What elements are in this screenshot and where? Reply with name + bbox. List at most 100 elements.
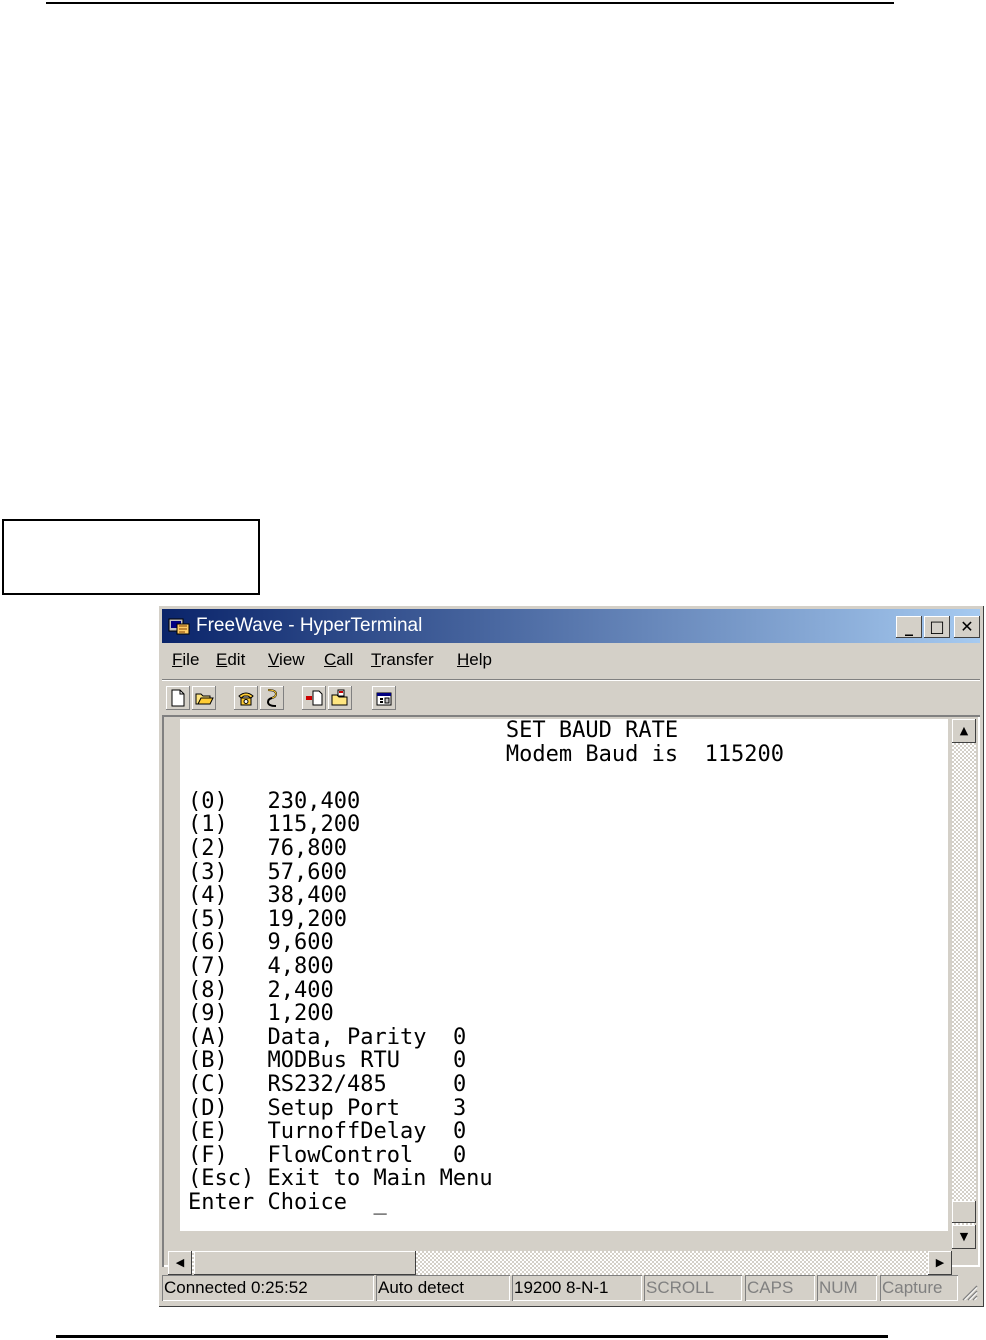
new-document-icon[interactable] [166, 686, 190, 710]
option-key: (4) [188, 883, 228, 909]
terminal-option-line: (7) 4,800 [188, 954, 334, 979]
terminal-option-line: (4) 38,400 [188, 883, 347, 908]
option-key: (D) [188, 1095, 228, 1121]
option-label: 57,600 [267, 859, 347, 885]
option-value: 0 [452, 1119, 467, 1145]
resize-grip-icon[interactable] [960, 1283, 978, 1301]
option-label: MODBus RTU [267, 1048, 400, 1074]
option-label: Exit to Main Menu [267, 1166, 493, 1192]
option-value: 0 [452, 1048, 467, 1074]
option-label: RS232/485 [267, 1071, 387, 1097]
terminal-option-line: (9) 1,200 [188, 1001, 334, 1026]
status-emulation: Auto detect [376, 1275, 510, 1301]
maximize-button[interactable]: □ [924, 616, 950, 638]
option-label: 2,400 [267, 977, 334, 1003]
status-bar: Connected 0:25:52 Auto detect 19200 8-N-… [162, 1273, 980, 1303]
status-num: NUM [817, 1275, 877, 1301]
option-label: 19,200 [267, 906, 347, 932]
menu-file[interactable]: File [172, 650, 199, 670]
vertical-scrollbar[interactable]: ▲ ▼ [952, 719, 976, 1249]
horizontal-scrollbar[interactable]: ◀ ▶ [168, 1251, 952, 1275]
option-key: (7) [188, 953, 228, 979]
menu-edit[interactable]: Edit [216, 650, 245, 670]
properties-icon[interactable] [372, 686, 396, 710]
status-caps: CAPS [745, 1275, 815, 1301]
terminal-option-line: (8) 2,400 [188, 978, 334, 1003]
option-key: (3) [188, 859, 228, 885]
option-key: (1) [188, 812, 228, 838]
page-bottom-rule [56, 1335, 888, 1338]
title-bar[interactable]: FreeWave - HyperTerminal _ □ ✕ [162, 609, 980, 643]
menu-call[interactable]: Call [324, 650, 353, 670]
open-folder-icon[interactable] [192, 686, 216, 710]
option-key: (8) [188, 977, 228, 1003]
option-label: TurnoffDelay [267, 1119, 427, 1145]
receive-file-icon[interactable] [328, 686, 352, 710]
terminal-option-line: (0) 230,400 [188, 789, 360, 814]
option-key: (C) [188, 1071, 228, 1097]
terminal-option-line: (A) Data, Parity 0 [188, 1025, 466, 1050]
option-label: 1,200 [267, 1001, 334, 1027]
page-top-rule [46, 2, 894, 4]
option-value: 0 [452, 1024, 467, 1050]
close-button[interactable]: ✕ [954, 616, 980, 638]
option-key: (Esc) [188, 1166, 255, 1192]
option-value: 0 [452, 1142, 467, 1168]
menu-transfer[interactable]: Transfer [371, 650, 434, 670]
terminal-option-line: (5) 19,200 [188, 907, 347, 932]
hyperterminal-window: FreeWave - HyperTerminal _ □ ✕ File Edit… [158, 605, 984, 1307]
minimize-button[interactable]: _ [896, 616, 922, 638]
option-label: 115,200 [267, 812, 361, 838]
terminal-option-line: (D) Setup Port 3 [188, 1096, 466, 1121]
status-connection: Connected 0:25:52 [162, 1275, 374, 1301]
terminal-option-line: (E) TurnoffDelay 0 [188, 1119, 466, 1144]
option-value: 0 [452, 1071, 467, 1097]
terminal-frame: SET BAUD RATE Modem Baud is 115200 (0) 2… [162, 715, 980, 1275]
option-label: Setup Port [267, 1095, 400, 1121]
option-label: Data, Parity [267, 1024, 427, 1050]
terminal-output: SET BAUD RATE Modem Baud is 115200 (0) 2… [188, 719, 784, 1214]
callout-box [2, 519, 260, 595]
terminal-option-line: (C) RS232/485 0 [188, 1072, 466, 1097]
option-label: 76,800 [267, 835, 347, 861]
terminal-option-line: (Esc) Exit to Main Menu [188, 1166, 493, 1191]
option-label: FlowControl [267, 1142, 414, 1168]
option-label: 9,600 [267, 930, 334, 956]
menu-help[interactable]: Help [457, 650, 492, 670]
terminal-prompt: Enter Choice [188, 1189, 347, 1215]
hyperterminal-app-icon[interactable] [168, 615, 190, 637]
vertical-scroll-thumb[interactable] [952, 1201, 976, 1223]
horizontal-scroll-thumb[interactable] [194, 1251, 416, 1275]
option-label: 230,400 [267, 788, 361, 814]
terminal-option-line: (F) FlowControl 0 [188, 1143, 466, 1168]
option-key: (B) [188, 1048, 228, 1074]
option-key: (A) [188, 1024, 228, 1050]
toolbar [162, 679, 980, 716]
window-title: FreeWave - HyperTerminal [196, 615, 423, 636]
terminal-option-line: (2) 76,800 [188, 836, 347, 861]
scroll-down-arrow-icon[interactable]: ▼ [952, 1225, 976, 1249]
status-capture: Capture [880, 1275, 958, 1301]
terminal-option-line: (6) 9,600 [188, 930, 334, 955]
terminal-option-line: (1) 115,200 [188, 812, 360, 837]
terminal-option-line: (B) MODBus RTU 0 [188, 1048, 466, 1073]
terminal-cursor: _ [373, 1189, 387, 1215]
menu-view[interactable]: View [268, 650, 305, 670]
option-key: (9) [188, 1001, 228, 1027]
option-key: (E) [188, 1119, 228, 1145]
disconnect-phone-icon[interactable] [260, 686, 284, 710]
send-file-icon[interactable] [302, 686, 326, 710]
option-key: (6) [188, 930, 228, 956]
scroll-right-arrow-icon[interactable]: ▶ [928, 1251, 952, 1275]
call-phone-icon[interactable] [234, 686, 258, 710]
status-port-settings: 19200 8-N-1 [512, 1275, 642, 1301]
terminal-option-line: (3) 57,600 [188, 860, 347, 885]
scroll-up-arrow-icon[interactable]: ▲ [952, 719, 976, 743]
option-key: (5) [188, 906, 228, 932]
option-key: (2) [188, 835, 228, 861]
scroll-left-arrow-icon[interactable]: ◀ [168, 1251, 192, 1275]
terminal-screen[interactable]: SET BAUD RATE Modem Baud is 115200 (0) 2… [168, 719, 948, 1231]
option-key: (F) [188, 1142, 228, 1168]
option-value: 3 [452, 1095, 467, 1121]
option-label: 38,400 [267, 883, 347, 909]
